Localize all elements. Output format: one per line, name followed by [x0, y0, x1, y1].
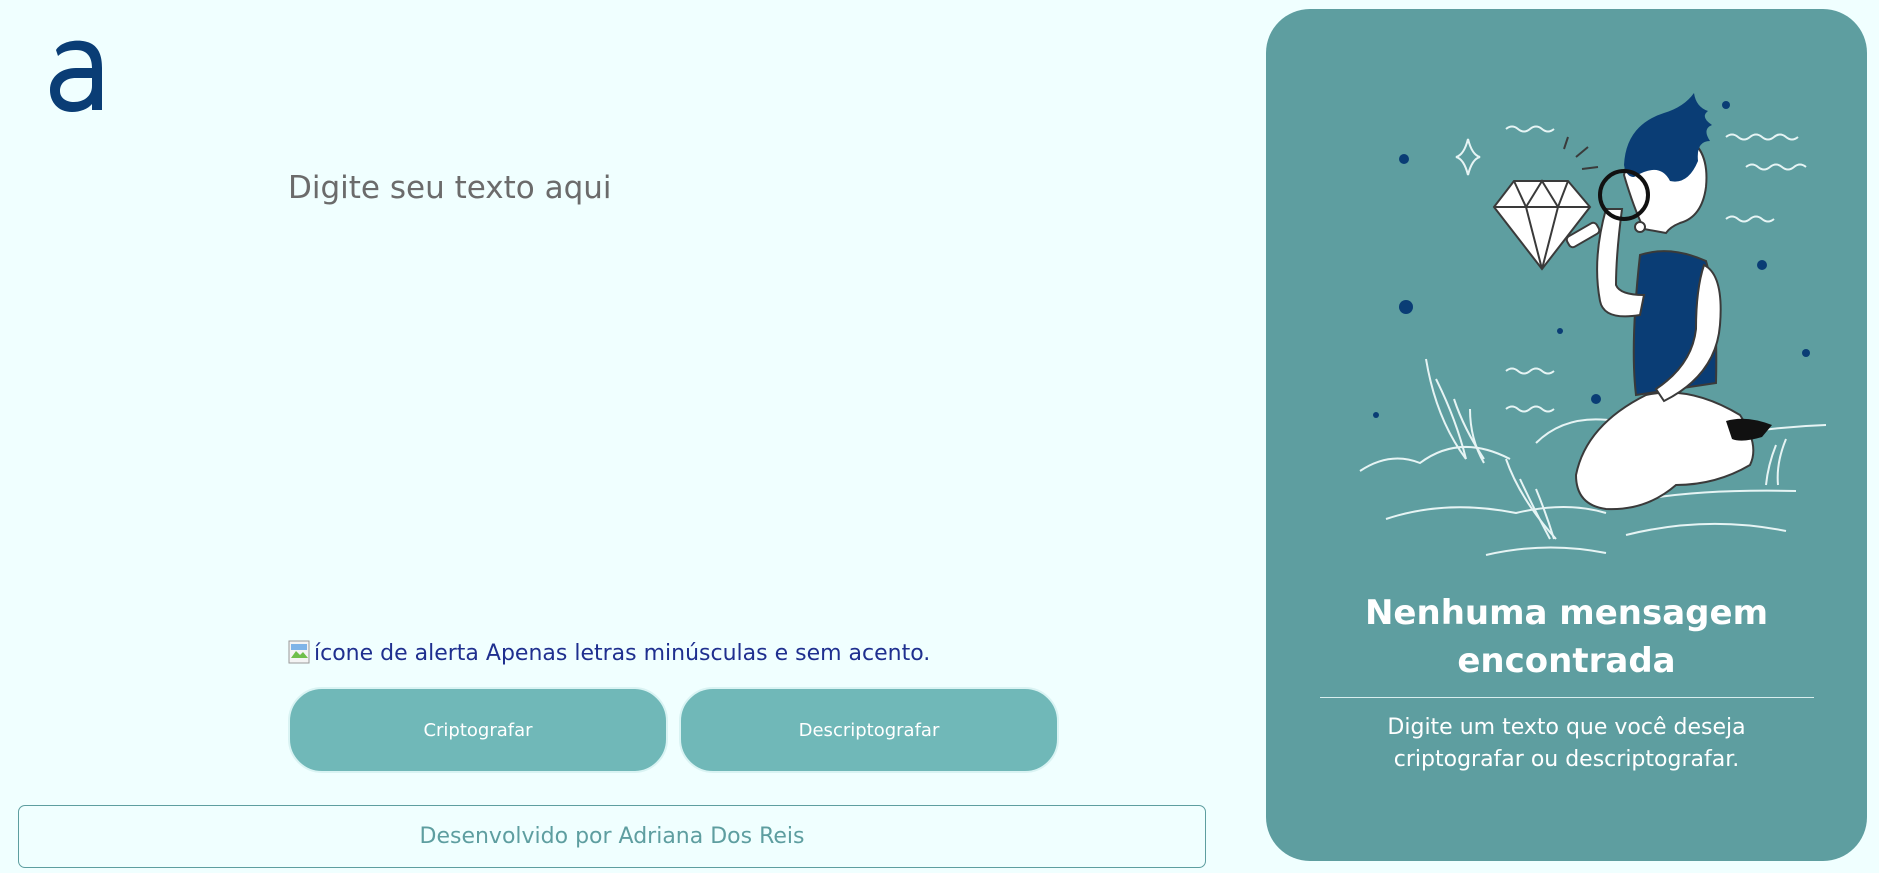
alert-message: Apenas letras minúsculas e sem acento. [485, 640, 931, 666]
alert-icon: ícone de alerta [288, 640, 479, 666]
panel-title: Nenhuma mensagem encontrada [1364, 593, 1769, 681]
panel-description: Digite um texto que você deseja criptogr… [1387, 715, 1746, 772]
text-input[interactable] [288, 170, 1188, 610]
alert-icon-alt-text: ícone de alerta [314, 640, 479, 666]
footer: Desenvolvido por Adriana Dos Reis [18, 805, 1206, 868]
decrypt-button[interactable]: Descriptografar [679, 687, 1059, 773]
encrypt-button[interactable]: Criptografar [288, 687, 668, 773]
letter-a-logo-icon [50, 40, 102, 112]
panel-divider [1320, 697, 1814, 698]
person-with-magnifier-illustration-icon [1359, 93, 1827, 556]
footer-credit: Desenvolvido por Adriana Dos Reis [419, 824, 805, 849]
page: ícone de alerta Apenas letras minúsculas… [0, 0, 1879, 873]
output-panel: Nenhuma mensagem encontrada Digite um te… [1266, 9, 1867, 861]
alert-row: ícone de alerta Apenas letras minúsculas… [288, 640, 930, 666]
